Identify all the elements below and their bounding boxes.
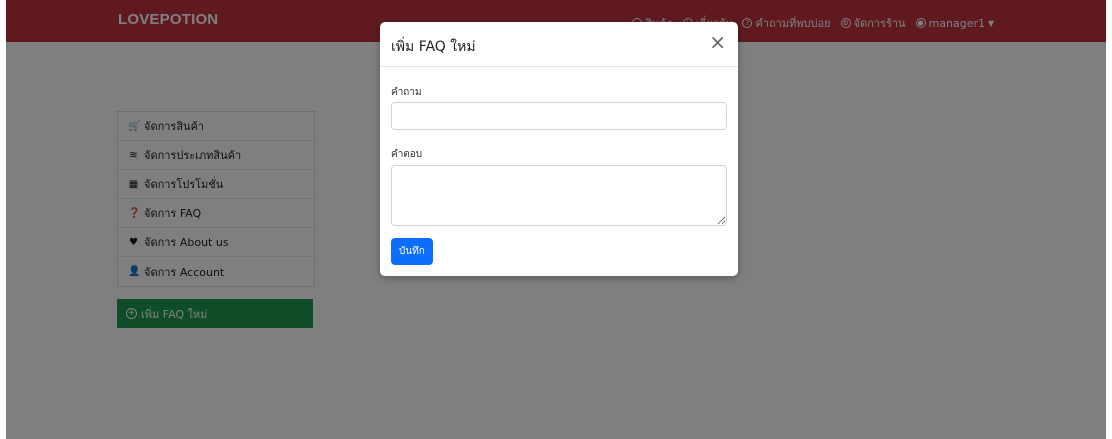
modal-title: เพิ่ม FAQ ใหม่ [391,39,476,55]
add-faq-modal: เพิ่ม FAQ ใหม่ × คำถาม คำตอบ บันทึก [380,22,738,276]
close-button[interactable]: × [709,32,726,52]
answer-label: คำตอบ [391,149,423,160]
answer-textarea[interactable] [391,165,727,226]
question-label: คำถาม [391,87,422,98]
question-input[interactable] [391,102,727,130]
modal-header: เพิ่ม FAQ ใหม่ × [380,22,738,67]
save-button[interactable]: บันทึก [391,238,433,265]
